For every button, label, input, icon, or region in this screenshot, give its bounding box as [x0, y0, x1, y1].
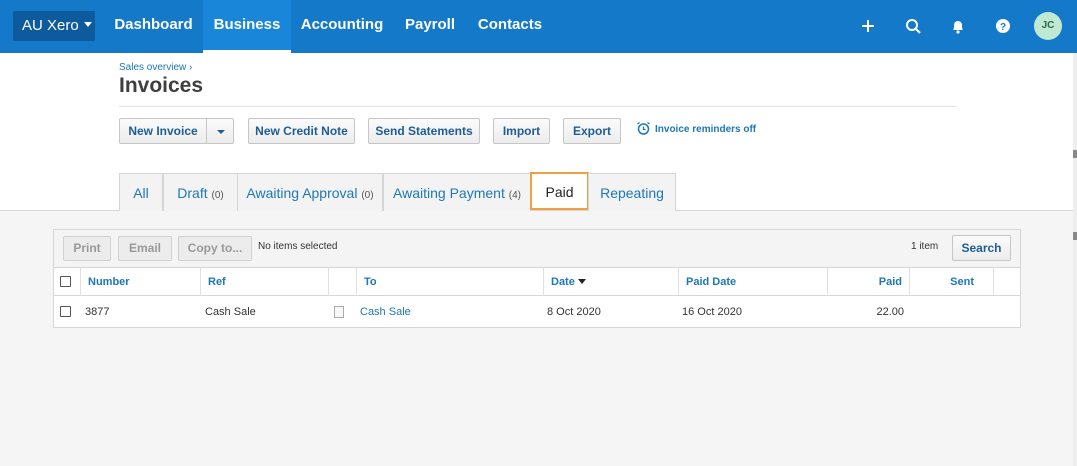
sort-descending-icon	[577, 278, 586, 284]
help-icon[interactable]: ?	[992, 15, 1014, 37]
organisation-switcher[interactable]: AU Xero	[13, 11, 95, 41]
nav-accounting[interactable]: Accounting	[292, 0, 392, 53]
column-attachment	[328, 268, 356, 296]
tab-label: Awaiting Approval	[246, 185, 358, 201]
bell-icon[interactable]	[947, 15, 969, 37]
column-sent[interactable]: Sent	[909, 268, 994, 296]
tab-all[interactable]: All	[119, 173, 163, 211]
tab-label: Draft	[177, 185, 208, 201]
tab-label: All	[133, 185, 149, 201]
new-invoice-dropdown[interactable]	[206, 118, 234, 144]
invoice-reminders-label: Invoice reminders off	[655, 124, 757, 136]
new-credit-note-button[interactable]: New Credit Note	[248, 118, 355, 144]
column-paid-date[interactable]: Paid Date	[678, 268, 827, 296]
nav-business[interactable]: Business	[203, 0, 291, 53]
document-icon	[334, 306, 344, 318]
scrollbar-marker	[1073, 150, 1077, 158]
invoice-table-panel: Print Email Copy to... No items selected…	[53, 229, 1021, 328]
item-count: 1 item	[911, 241, 939, 252]
user-avatar[interactable]: JC	[1034, 12, 1062, 40]
tab-awaiting-approval[interactable]: Awaiting Approval (0)	[237, 173, 383, 211]
column-date-label: Date	[551, 276, 575, 288]
svg-text:?: ?	[1000, 22, 1006, 33]
select-all-checkbox[interactable]	[60, 276, 71, 287]
tab-count: (0)	[361, 190, 374, 201]
scrollbar-marker	[1073, 232, 1077, 240]
cell-sent	[909, 297, 973, 327]
column-date[interactable]: Date	[543, 268, 678, 296]
table-row[interactable]: 3877 Cash Sale Cash Sale 8 Oct 2020 16 O…	[54, 297, 1020, 327]
cell-paid-date[interactable]: 16 Oct 2020	[682, 297, 742, 327]
cell-to[interactable]: Cash Sale	[360, 297, 411, 327]
table-header: Number Ref To Date Paid Date Paid Sent	[54, 268, 1020, 296]
tab-paid[interactable]: Paid	[530, 172, 589, 210]
column-number[interactable]: Number	[80, 268, 201, 296]
tab-draft[interactable]: Draft (0)	[163, 173, 238, 211]
tab-label: Repeating	[600, 185, 664, 201]
selection-status: No items selected	[258, 241, 338, 252]
copy-to-button[interactable]: Copy to...	[178, 236, 252, 261]
import-button[interactable]: Import	[493, 118, 550, 144]
nav-contacts[interactable]: Contacts	[468, 0, 552, 53]
export-button[interactable]: Export	[563, 118, 621, 144]
tab-awaiting-payment[interactable]: Awaiting Payment (4)	[383, 173, 531, 211]
page-title: Invoices	[119, 74, 204, 97]
top-navigation: AU Xero Dashboard Business Accounting Pa…	[0, 0, 1077, 53]
org-name: AU Xero	[22, 17, 79, 34]
tab-repeating[interactable]: Repeating	[588, 173, 676, 211]
send-statements-button[interactable]: Send Statements	[368, 118, 480, 144]
cell-number[interactable]: 3877	[85, 297, 109, 327]
column-paid[interactable]: Paid	[827, 268, 909, 296]
invoice-reminders-link[interactable]: Invoice reminders off	[636, 121, 757, 137]
column-to[interactable]: To	[356, 268, 544, 296]
row-checkbox[interactable]	[60, 306, 71, 317]
tab-label: Paid	[545, 184, 574, 200]
tab-label: Awaiting Payment	[393, 185, 505, 201]
cell-paid[interactable]: 22.00	[827, 297, 904, 327]
email-button[interactable]: Email	[118, 236, 172, 261]
search-icon[interactable]	[902, 15, 924, 37]
add-icon[interactable]	[857, 15, 879, 37]
header-divider	[119, 106, 956, 107]
chevron-down-icon	[217, 130, 225, 134]
cell-ref[interactable]: Cash Sale	[205, 297, 256, 327]
nav-dashboard[interactable]: Dashboard	[106, 0, 201, 53]
vertical-scrollbar[interactable]	[1073, 53, 1077, 466]
nav-payroll[interactable]: Payroll	[394, 0, 466, 53]
print-button[interactable]: Print	[63, 236, 111, 261]
table-toolbar: Print Email Copy to... No items selected…	[54, 230, 1020, 268]
cell-date[interactable]: 8 Oct 2020	[547, 297, 601, 327]
column-ref[interactable]: Ref	[200, 268, 328, 296]
column-spacer	[993, 268, 1020, 296]
tab-count: (4)	[508, 190, 521, 201]
breadcrumb[interactable]: Sales overview ›	[119, 62, 192, 73]
new-invoice-button[interactable]: New Invoice	[119, 118, 207, 144]
chevron-down-icon	[83, 21, 92, 27]
search-button[interactable]: Search	[952, 235, 1011, 261]
alarm-clock-icon	[637, 121, 650, 135]
tab-count: (0)	[211, 190, 224, 201]
